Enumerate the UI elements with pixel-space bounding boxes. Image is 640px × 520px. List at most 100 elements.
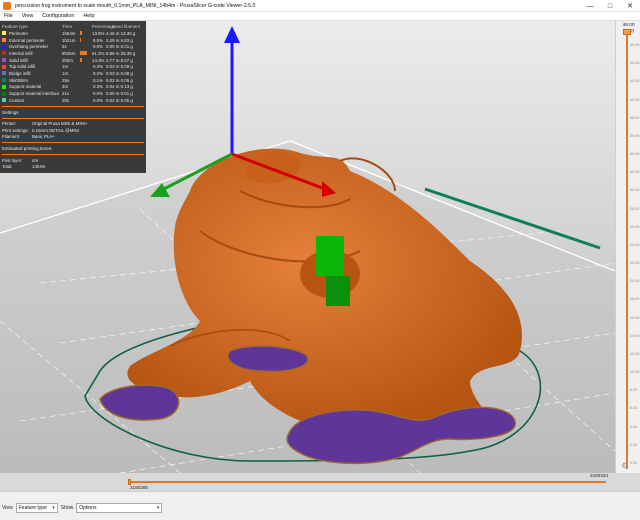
layer-tick-label: 24.00 bbox=[630, 242, 640, 247]
color-swatch-icon bbox=[2, 71, 6, 76]
view-type-select[interactable]: Feature type ▾ bbox=[15, 503, 58, 513]
legend-feature: Top solid infill bbox=[2, 64, 62, 69]
settings-value: 0.15mm DETAIL @MINI bbox=[32, 127, 79, 133]
maximize-button[interactable]: □ bbox=[600, 0, 620, 12]
chevron-down-icon: ▾ bbox=[156, 505, 160, 511]
legend-percentage-fill bbox=[80, 58, 82, 63]
gear-icon[interactable]: ⚙ bbox=[620, 461, 630, 471]
legend-used-filament: 0.00 m 0.01 g bbox=[106, 91, 133, 97]
legend-row[interactable]: Top solid infill 1m 0.2% 0.03 m 0.09 g bbox=[2, 63, 144, 70]
color-swatch-icon bbox=[2, 31, 6, 36]
layer-tick-label: 16.00 bbox=[630, 315, 640, 320]
layer-slider-track[interactable] bbox=[626, 33, 628, 469]
color-swatch-icon bbox=[2, 78, 6, 83]
settings-row-filament: Filament: Basic PLA+ bbox=[2, 134, 144, 141]
legend-row[interactable]: Support material 3m 0.3% 0.04 m 0.13 g bbox=[2, 84, 144, 91]
legend-row[interactable]: Skirt/Brim 25s 0.1% 0.02 m 0.05 g bbox=[2, 77, 144, 84]
layer-tick-label: 20.00 bbox=[630, 279, 640, 284]
legend-row[interactable]: Perimeter 1h54m 13.5% 4.46 m 13.30 g bbox=[2, 30, 144, 37]
legend-time: 25s bbox=[62, 77, 70, 83]
legend-used-filament: 4.46 m 13.30 g bbox=[106, 30, 136, 36]
legend-row[interactable]: Overhang perimeter 5s 0.0% 0.00 m 0.01 g bbox=[2, 43, 144, 50]
legend-row[interactable]: Support material interface 21s 0.0% 0.00 m … bbox=[2, 90, 144, 97]
legend-time: 1m bbox=[62, 64, 69, 70]
layer-tick-label: 44.00 bbox=[630, 61, 640, 66]
app-icon bbox=[3, 1, 11, 10]
legend-time: 1m bbox=[62, 70, 69, 76]
legend-feature: Support material interface bbox=[2, 91, 62, 96]
legend-percentage: 0.2% bbox=[92, 64, 103, 70]
legend-row[interactable]: Internal infill 8h36m 61.2% 8.85 m 26.39 g bbox=[2, 50, 144, 57]
layer-tick-label: 32.00 bbox=[630, 170, 640, 175]
legend-divider bbox=[2, 142, 144, 144]
legend-percentage-bar bbox=[80, 45, 92, 49]
legend-percentage: 13.5% bbox=[92, 30, 105, 36]
settings-title: Settings bbox=[2, 109, 19, 115]
legend-row[interactable]: External perimeter 1h21m 9.5% 2.29 m 6.83 g bbox=[2, 37, 144, 44]
legend-used-filament: 0.02 m 0.05 g bbox=[106, 77, 133, 83]
show-options-value: Options bbox=[79, 505, 97, 511]
legend-divider bbox=[2, 105, 144, 107]
layer-tick-label: 6.00 bbox=[630, 406, 638, 411]
legend-percentage: 0.0% bbox=[92, 97, 103, 103]
legend-row[interactable]: Custom 20s 0.0% 0.02 m 0.05 g bbox=[2, 97, 144, 104]
legend-percentage: 0.0% bbox=[92, 91, 103, 97]
legend-time: 2h0m bbox=[62, 57, 73, 63]
legend-feature-label: Internal infill bbox=[9, 50, 33, 56]
layer-tick-label: 28.00 bbox=[630, 206, 640, 211]
legend-used-filament: 2.77 m 8.27 g bbox=[106, 57, 133, 63]
layer-tick-label: 12.00 bbox=[630, 351, 640, 356]
legend-percentage: 14.3% bbox=[92, 57, 105, 63]
legend-feature: Custom bbox=[2, 98, 62, 103]
layer-tick-label: 4.00 bbox=[630, 424, 638, 429]
legend-percentage-fill bbox=[80, 31, 82, 36]
close-button[interactable]: ✕ bbox=[620, 0, 640, 12]
layer-slider-handle[interactable] bbox=[623, 29, 631, 35]
legend-percentage-bar bbox=[80, 64, 92, 69]
menu-file[interactable]: File bbox=[0, 13, 18, 19]
legend-feature: Solid infill bbox=[2, 58, 62, 63]
legend-percentage: 0.1% bbox=[92, 77, 103, 83]
chevron-down-icon: ▾ bbox=[52, 505, 55, 511]
legend-row[interactable]: Bridge infill 1m 0.2% 0.03 m 0.08 g bbox=[2, 70, 144, 77]
move-slider-track[interactable] bbox=[128, 481, 606, 483]
legend-percentage-bar bbox=[80, 84, 92, 89]
estimated-value: 4m bbox=[32, 157, 39, 163]
layer-slider[interactable]: 48.00 (330) 46.0044.0042.0040.0038.0036.… bbox=[615, 21, 640, 473]
legend-time: 5s bbox=[62, 44, 67, 50]
estimated-key: Total: bbox=[2, 164, 13, 170]
color-swatch-icon bbox=[2, 64, 6, 69]
legend-feature-label: Perimeter bbox=[9, 30, 29, 36]
legend-feature: Skirt/Brim bbox=[2, 78, 62, 83]
legend-time: 8h36m bbox=[62, 50, 76, 56]
legend-feature: Support material bbox=[2, 84, 62, 89]
color-swatch-icon bbox=[2, 91, 6, 96]
show-label: Show bbox=[60, 505, 74, 511]
legend-percentage-bar bbox=[80, 58, 92, 63]
legend-feature: Bridge infill bbox=[2, 71, 62, 76]
legend-rows: Perimeter 1h54m 13.5% 4.46 m 13.30 g Externa… bbox=[2, 30, 144, 104]
menu-help[interactable]: Help bbox=[79, 13, 99, 19]
legend-feature-label: Top solid infill bbox=[9, 64, 36, 70]
move-slider-left-value: 2160285 bbox=[130, 485, 148, 490]
legend-feature: Internal infill bbox=[2, 51, 62, 56]
legend-percentage-bar bbox=[80, 71, 92, 76]
layer-tick-label: 0.20 bbox=[630, 461, 638, 465]
legend-percentage-bar bbox=[80, 78, 92, 82]
view-options-row: View Feature type ▾ Show Options ▾ bbox=[2, 503, 163, 513]
show-options-select[interactable]: Options ▾ bbox=[76, 503, 163, 513]
legend-row[interactable]: Solid infill 2h0m 14.3% 2.77 m 8.27 g bbox=[2, 57, 144, 64]
layer-tick-label: 8.00 bbox=[630, 388, 638, 393]
layer-tick-label: 14.00 bbox=[630, 333, 640, 338]
color-swatch-icon bbox=[2, 58, 6, 63]
move-slider[interactable]: 2160334 2160285 bbox=[128, 473, 608, 491]
window-controls: — □ ✕ bbox=[580, 0, 640, 12]
menu-view[interactable]: View bbox=[18, 13, 39, 19]
legend-used-filament: 0.03 m 0.09 g bbox=[106, 64, 133, 70]
header-feature-type: Feature type bbox=[2, 24, 28, 29]
layer-tick-label: 34.00 bbox=[630, 152, 640, 157]
minimize-button[interactable]: — bbox=[580, 0, 600, 12]
color-swatch-icon bbox=[2, 38, 6, 43]
menu-configuration[interactable]: Configuration bbox=[38, 13, 79, 19]
legend-percentage-bar bbox=[80, 51, 92, 56]
